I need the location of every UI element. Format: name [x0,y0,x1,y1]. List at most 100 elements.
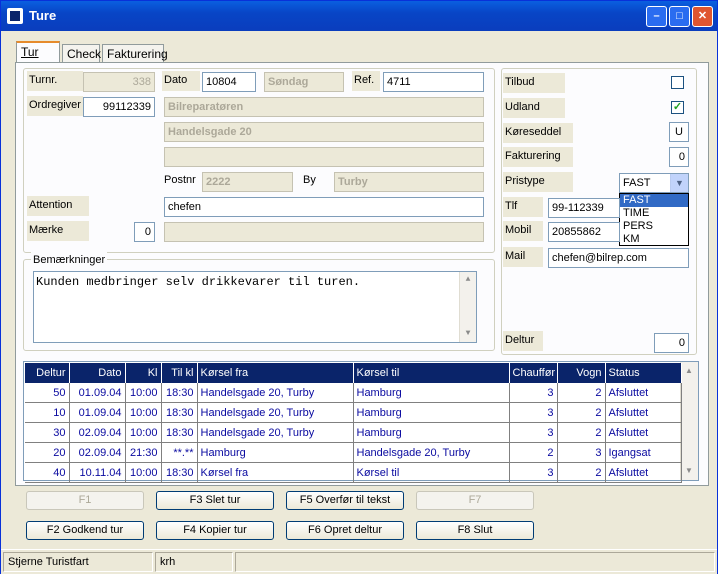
cell: Hamburg [353,402,510,423]
ordregiver-field[interactable]: 99112339 [83,97,155,117]
tlf-label: Tlf [503,197,543,217]
f7-button[interactable]: F7 [416,491,534,510]
title-bar[interactable]: Ture – □ ✕ [1,1,717,31]
cell: Handelsgade 20, Turby [197,383,354,403]
attention-field[interactable]: chefen [164,197,484,217]
overfoer-til-tekst-button[interactable]: F5 Overfør til tekst [286,491,404,510]
cell: 18:30 [161,383,198,403]
dag-field: Søndag [264,72,344,92]
slet-tur-button[interactable]: F3 Slet tur [156,491,274,510]
cell: 50 [25,383,70,403]
remarks-scrollbar[interactable]: ▲ ▼ [459,272,476,342]
tlf-field[interactable]: 99-112339 [548,198,620,218]
close-button[interactable]: ✕ [692,6,713,27]
table-row[interactable]: 50 01.09.04 10:00 18:30 Handelsgade 20, … [25,383,682,403]
maerke-label: Mærke [27,221,89,241]
cell: 20 [25,442,70,463]
cell: 10:00 [125,402,162,423]
table-row[interactable]: 30 02.09.04 10:00 18:30 Handelsgade 20, … [25,422,682,443]
godkend-tur-button[interactable]: F2 Godkend tur [26,521,144,540]
slut-button[interactable]: F8 Slut [416,521,534,540]
fakturering-label: Fakturering [503,147,573,167]
tab-check[interactable]: Check [62,44,101,62]
f1-button[interactable]: F1 [26,491,144,510]
turnr-field[interactable]: 338 [83,72,155,92]
tab-fakturering-label: Fakturering [107,47,168,61]
mail-label: Mail [503,247,543,267]
status-company: Stjerne Turistfart [3,552,153,572]
fakturering-field[interactable]: 0 [669,147,689,167]
cell: 01.09.04 [69,402,126,423]
col-header[interactable]: Status [605,363,682,383]
opret-deltur-button[interactable]: F6 Opret deltur [286,521,404,540]
col-header[interactable]: Chauffør [509,363,558,383]
scroll-up-icon[interactable]: ▲ [461,273,475,287]
col-header[interactable]: Kørsel til [353,363,510,383]
grid-scrollbar[interactable]: ▲ ▼ [680,362,698,480]
koereseddel-label: Køreseddel [503,123,573,143]
scroll-down-icon[interactable]: ▼ [461,327,475,341]
cell: Hamburg [353,383,510,403]
pristype-select[interactable]: FAST ▼ [619,173,689,193]
cell: 18:30 [161,462,198,483]
status-empty [235,552,715,572]
koereseddel-field[interactable]: U [669,122,689,142]
cell: 30 [25,422,70,443]
tab-tur[interactable]: Tur [16,41,60,62]
cell: Afsluttet [605,383,682,403]
mobil-label: Mobil [503,221,543,241]
pristype-option[interactable]: PERS [620,220,688,233]
col-header[interactable]: Deltur [25,363,70,383]
col-header[interactable]: Til kl [161,363,198,383]
app-icon [7,8,23,24]
customer-name-field: Bilreparatøren [164,97,484,117]
customer-address-field: Handelsgade 20 [164,122,484,142]
postnr-label: Postnr [164,174,196,186]
pristype-label: Pristype [503,172,573,192]
tab-fakturering[interactable]: Fakturering [102,44,168,62]
kopier-tur-button[interactable]: F4 Kopier tur [156,521,274,540]
col-header[interactable]: Vogn [557,363,606,383]
bemaerkninger-textarea[interactable]: Kunden medbringer selv drikkevarer til t… [33,271,477,343]
deltur-label: Deltur [503,331,543,351]
minimize-button[interactable]: – [646,6,667,27]
cell: 2 [557,422,606,443]
maerke-field[interactable]: 0 [134,222,155,242]
cell: 01.09.04 [69,383,126,403]
ref-field[interactable]: 4711 [383,72,484,92]
pristype-selected: FAST [623,177,651,189]
table-row[interactable]: 40 10.11.04 10:00 18:30 Kørsel fra Kørse… [25,462,682,483]
col-header[interactable]: Kl [125,363,162,383]
pristype-dropdown-list[interactable]: FAST TIME PERS KM [619,193,689,246]
cell: 10:00 [125,422,162,443]
table-row[interactable]: 10 01.09.04 10:00 18:30 Handelsgade 20, … [25,402,682,423]
deltur-table: Deltur Dato Kl Til kl Kørsel fra Kørsel … [25,363,682,483]
col-header[interactable]: Kørsel fra [197,363,354,383]
tilbud-checkbox[interactable] [671,76,684,89]
ref-label: Ref. [352,71,380,91]
chevron-down-icon[interactable]: ▼ [670,174,688,192]
col-header[interactable]: Dato [69,363,126,383]
cell: 10:00 [125,462,162,483]
pristype-option[interactable]: FAST [620,194,688,207]
status-user: krh [155,552,233,572]
status-bar: Stjerne Turistfart krh [1,549,717,574]
maximize-button[interactable]: □ [669,6,690,27]
bemaerkninger-label: Bemærkninger [31,251,107,271]
mail-field[interactable]: chefen@bilrep.com [548,248,689,268]
cell: 10.11.04 [69,462,126,483]
cell: Kørsel fra [197,462,354,483]
scroll-down-icon[interactable]: ▼ [682,464,696,478]
deltur-field[interactable]: 0 [654,333,689,353]
cell: Handelsgade 20, Turby [197,422,354,443]
udland-checkbox[interactable]: ✓ [671,101,684,114]
mobil-field[interactable]: 20855862 [548,222,620,242]
pristype-option[interactable]: TIME [620,207,688,220]
turnr-label: Turnr. [27,71,83,91]
table-row[interactable]: 20 02.09.04 21:30 **.** Hamburg Handelsg… [25,442,682,463]
scroll-up-icon[interactable]: ▲ [682,364,696,378]
pristype-option[interactable]: KM [620,233,688,246]
tab-tur-label: Tur [21,45,39,59]
cell: Afsluttet [605,462,682,483]
dato-field[interactable]: 10804 [202,72,256,92]
